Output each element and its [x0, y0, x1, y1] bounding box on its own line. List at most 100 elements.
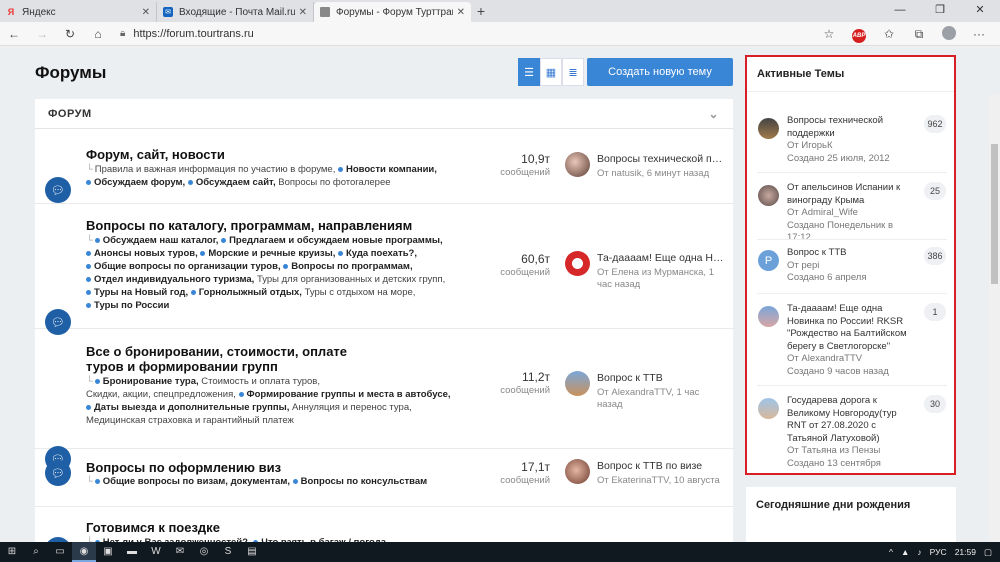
back-icon[interactable]: ← [0, 27, 28, 41]
subforum-link[interactable]: Аннуляция и перенос тура, [292, 402, 412, 413]
subforum-link[interactable]: Даты выезда и дополнительные группы, [86, 402, 289, 413]
topic-author[interactable]: От ИгорьК [787, 140, 917, 153]
subforum-link[interactable]: Бронирование тура, [94, 376, 199, 387]
last-post-title[interactable]: Вопрос к ТТВ по визе [597, 460, 727, 472]
forward-icon[interactable]: → [28, 27, 56, 41]
avatar[interactable] [565, 251, 590, 276]
subforum-link[interactable]: Отдел индивидуального туризма, [86, 274, 254, 285]
subforum-link[interactable]: Новости компании, [338, 164, 437, 175]
subforum-link[interactable]: Предлагаем и обсуждаем новые программы, [221, 235, 443, 246]
adblock-icon[interactable]: ABP [844, 26, 874, 43]
subforum-link[interactable]: Морские и речные круизы, [200, 248, 335, 259]
forum-title[interactable]: Готовимся к поездке [86, 520, 486, 535]
notifications-icon[interactable]: ▢ [984, 547, 992, 558]
skype-icon[interactable]: S [216, 542, 240, 562]
last-post-title[interactable]: Та-даааам! Еще одна Нов... [597, 252, 727, 264]
avatar[interactable] [565, 371, 590, 396]
subforum-link[interactable]: Медицинская страховка и гарантийный плат… [86, 415, 294, 426]
favorites-icon[interactable]: ✩ [874, 27, 904, 41]
compact-view-icon[interactable]: ≣ [562, 58, 584, 86]
subforum-link[interactable]: Туры на Новый год, [86, 287, 188, 298]
forum-title[interactable]: Все о бронировании, стоимости, оплате ту… [86, 344, 386, 374]
create-topic-button[interactable]: Создать новую тему [587, 58, 733, 86]
edge-icon[interactable]: ◉ [72, 542, 96, 562]
last-post-title[interactable]: Вопросы технической под... [597, 153, 727, 165]
home-icon[interactable]: ⌂ [84, 27, 112, 41]
maximize-icon[interactable]: ❐ [920, 0, 960, 22]
more-icon[interactable]: ··· [964, 27, 994, 41]
close-icon[interactable]: ✕ [142, 7, 150, 18]
language-indicator[interactable]: РУС [930, 547, 947, 557]
topic-title[interactable]: Та-даааам! Еще одна Новинка по России! R… [787, 303, 917, 353]
topic-title[interactable]: Вопрос к ТТВ [787, 247, 917, 260]
subforum-link[interactable]: Обсуждаем наш каталог, [94, 235, 218, 246]
subforum-link[interactable]: Общие вопросы по организации туров, [86, 261, 281, 272]
forum-chat-icon[interactable]: 💬︎ [45, 460, 71, 486]
network-icon[interactable]: ▲ [901, 547, 909, 557]
scrollbar-thumb[interactable] [991, 144, 998, 284]
topic-author[interactable]: От AlexandraTTV [787, 353, 917, 366]
subforum-link[interactable]: Вопросы по программам, [283, 261, 413, 272]
subforum-link[interactable]: Анонсы новых туров, [86, 248, 198, 259]
clock[interactable]: 21:59 [955, 547, 976, 557]
forum-title[interactable]: Вопросы по оформлению виз [86, 460, 486, 475]
close-icon[interactable]: ✕ [299, 7, 307, 18]
avatar[interactable] [758, 185, 779, 206]
subforum-link[interactable]: Общие вопросы по визам, документам, [94, 476, 290, 487]
new-tab-button[interactable]: + [471, 2, 491, 22]
chrome-icon[interactable]: ◎ [192, 542, 216, 562]
avatar[interactable] [758, 398, 779, 419]
grid-view-icon[interactable]: ▦ [540, 58, 562, 86]
subforum-link[interactable]: Куда поехать?, [338, 248, 417, 259]
forum-chat-icon[interactable]: 💬︎ [45, 177, 71, 203]
photos-icon[interactable]: ▤ [240, 542, 264, 562]
topic-author[interactable]: От Татьяна из Пензы [787, 445, 917, 458]
avatar[interactable] [758, 306, 779, 327]
tab-forum[interactable]: Форумы - Форум Турттранс-Вол ✕ [314, 2, 471, 22]
topic-title[interactable]: От апельсинов Испании к винограду Крыма [787, 182, 917, 207]
profile-icon[interactable] [934, 25, 964, 43]
avatar[interactable] [565, 459, 590, 484]
start-icon[interactable]: ⊞ [0, 542, 24, 562]
avatar[interactable] [565, 152, 590, 177]
subforum-link[interactable]: Горнолыжный отдых, [190, 287, 302, 298]
mail-app-icon[interactable]: ✉ [168, 542, 192, 562]
word-icon[interactable]: W [144, 542, 168, 562]
folder-icon[interactable]: ▬ [120, 542, 144, 562]
subforum-link[interactable]: Обсуждаем форум, [86, 177, 185, 188]
tab-mail[interactable]: ✉ Входящие - Почта Mail.ru ✕ [157, 2, 314, 22]
reload-icon[interactable]: ↻ [56, 27, 84, 41]
star-icon[interactable]: ☆ [814, 27, 844, 41]
avatar[interactable]: P [758, 250, 779, 271]
minimize-icon[interactable]: — [880, 0, 920, 22]
topic-author[interactable]: От Admiral_Wife [787, 207, 917, 220]
subforum-link[interactable]: Правила и важная информация по участию в… [95, 164, 336, 175]
subforum-link[interactable]: Туры по России [86, 300, 169, 311]
subforum-link[interactable]: Формирование группы и места в автобусе, [238, 389, 451, 400]
forum-title[interactable]: Форум, сайт, новости [86, 147, 486, 162]
page-scrollbar[interactable] [989, 94, 1000, 542]
list-view-icon[interactable]: ☰ [518, 58, 540, 86]
forum-section-header[interactable]: ФОРУМ ⌄ [35, 99, 733, 129]
subforum-link[interactable]: Обсуждаем сайт, [187, 177, 276, 188]
subforum-link[interactable]: Вопросы по консульствам [292, 476, 427, 487]
avatar[interactable] [758, 118, 779, 139]
store-icon[interactable]: ▣ [96, 542, 120, 562]
chevron-down-icon[interactable]: ⌄ [708, 107, 719, 121]
subforum-link[interactable]: Вопросы по фотогалерее [278, 177, 390, 188]
task-view-icon[interactable]: ▭ [48, 542, 72, 562]
tray-arrow-icon[interactable]: ^ [889, 547, 893, 557]
search-icon[interactable]: ⌕ [24, 542, 48, 562]
collections-icon[interactable]: ⧉ [904, 27, 934, 42]
tab-yandex[interactable]: Я Яндекс ✕ [0, 2, 157, 22]
last-post-title[interactable]: Вопрос к ТТВ [597, 372, 727, 384]
forum-title[interactable]: Вопросы по каталогу, программам, направл… [86, 218, 486, 233]
topic-title[interactable]: Государева дорога к Великому Новгороду(т… [787, 395, 917, 445]
close-icon[interactable]: ✕ [457, 7, 465, 18]
subforum-link[interactable]: Туры для организованных и детских групп, [257, 274, 445, 285]
subforum-link[interactable]: Туры с отдыхом на море, [305, 287, 416, 298]
url-field[interactable]: 🔒︎ https://forum.tourtrans.ru [120, 28, 810, 40]
volume-icon[interactable]: ♪ [917, 547, 921, 557]
topic-title[interactable]: Вопросы технической поддержки [787, 115, 917, 140]
topic-author[interactable]: От pepi [787, 260, 917, 273]
